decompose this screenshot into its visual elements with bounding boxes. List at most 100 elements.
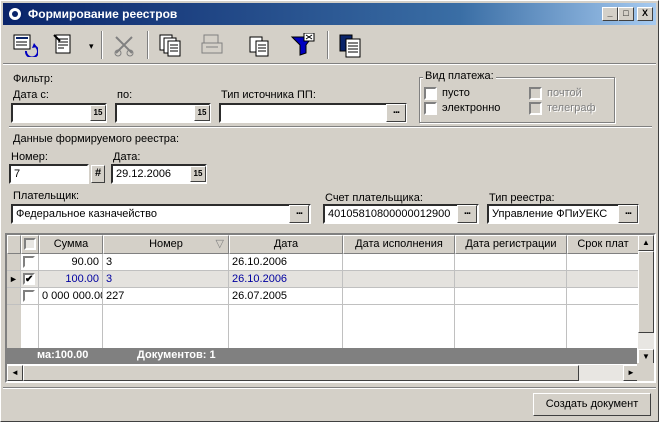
column-header-date[interactable]: Дата — [229, 235, 343, 254]
maximize-button[interactable]: □ — [618, 7, 634, 21]
export-button[interactable] — [287, 29, 317, 61]
payment-empty-checkbox[interactable] — [424, 87, 437, 100]
scroll-up-icon[interactable]: ▲ — [638, 235, 654, 251]
registry-icon — [339, 34, 361, 58]
row-checkbox[interactable]: ✔ — [23, 273, 35, 285]
row-checkbox-cell[interactable] — [21, 254, 39, 271]
documents-grid[interactable]: Сумма Номер ▽ Дата Дата исполнения Дата … — [5, 233, 656, 383]
number-field[interactable]: 7 — [9, 164, 89, 184]
toolbar-divider — [3, 63, 656, 65]
grid-indicator-header — [7, 235, 21, 254]
copy-docs-icon — [159, 34, 181, 57]
column-header-registration-date[interactable]: Дата регистрации — [455, 235, 567, 254]
source-type-picker-button[interactable]: ... — [386, 104, 406, 122]
toolbar-separator — [327, 31, 329, 59]
registry-type-label: Тип реестра: — [489, 192, 555, 204]
cell-number: 3 — [103, 271, 229, 288]
title-bar: Формирование реестров _ □ X — [3, 3, 656, 25]
payer-account-field[interactable]: 40105810800000012900 — [323, 204, 479, 224]
payment-electronic-label: электронно — [442, 102, 501, 114]
number-generate-button[interactable]: # — [91, 165, 105, 183]
row-pointer-icon: ► — [7, 271, 21, 288]
registry-button[interactable] — [335, 29, 365, 61]
select-all-checkbox[interactable] — [21, 235, 39, 254]
date-from-label: Дата с: — [13, 89, 49, 101]
row-indicator — [7, 288, 21, 305]
cell-payment-term — [567, 254, 639, 271]
grid-divider — [566, 305, 567, 348]
payer-field[interactable]: Федеральное казначейство — [11, 204, 311, 224]
registry-heading: Данные формируемого реестра: — [13, 133, 180, 145]
source-type-field[interactable] — [219, 103, 407, 123]
column-header-number[interactable]: Номер ▽ — [103, 235, 229, 254]
registry-date-label: Дата: — [113, 151, 141, 163]
main-window: Формирование реестров _ □ X ▾ Фильтр: Да… — [0, 0, 659, 422]
row-checkbox-cell[interactable] — [21, 288, 39, 305]
registry-type-field[interactable]: Управление ФПиУЕКС — [487, 204, 639, 224]
registry-type-picker-button[interactable]: ... — [618, 205, 638, 223]
header-checkbox[interactable] — [24, 238, 36, 250]
chevron-down-icon[interactable]: ▾ — [89, 41, 94, 52]
payment-type-heading: Вид платежа: — [423, 70, 496, 82]
payment-empty-label: пусто — [442, 87, 470, 99]
payer-account-picker-button[interactable]: ... — [457, 205, 477, 223]
refresh-docs-icon — [13, 34, 38, 57]
vertical-scrollbar[interactable]: ▲ ▼ — [638, 235, 654, 365]
toolbar-separator — [101, 31, 103, 59]
cell-execution-date — [343, 271, 455, 288]
scroll-left-icon[interactable]: ◄ — [7, 365, 23, 381]
payment-mail-label: почтой — [547, 87, 582, 99]
date-to-label: по: — [117, 89, 133, 101]
row-checkbox[interactable] — [23, 290, 35, 302]
export-icon — [290, 33, 315, 56]
window-title: Формирование реестров — [28, 7, 178, 21]
grid-divider — [228, 305, 229, 348]
footer-sum: ма:100.00 — [37, 349, 89, 361]
calendar-icon[interactable]: 15 — [190, 166, 206, 182]
column-header-payment-term[interactable]: Срок плат — [567, 235, 639, 254]
payment-telegraph-checkbox — [529, 102, 542, 115]
row-indicator — [7, 254, 21, 271]
cell-sum: 0 000 000.00 — [39, 288, 103, 305]
print-button[interactable] — [197, 29, 227, 61]
cell-execution-date — [343, 288, 455, 305]
cell-registration-date — [455, 254, 567, 271]
grid-footer: ма:100.00 Документов: 1 — [7, 348, 637, 364]
grid-divider — [454, 305, 455, 348]
grid-divider — [102, 305, 103, 348]
calendar-icon[interactable]: 15 — [194, 105, 210, 121]
minimize-button[interactable]: _ — [602, 7, 618, 21]
calendar-icon[interactable]: 15 — [90, 105, 106, 121]
payment-type-group — [419, 77, 615, 123]
grid-divider — [342, 305, 343, 348]
document-dropdown-icon — [53, 34, 71, 54]
cut-button[interactable] — [109, 29, 139, 61]
vertical-scroll-thumb[interactable] — [638, 251, 654, 333]
cell-date: 26.07.2005 — [229, 288, 343, 305]
create-document-button[interactable]: Создать документ — [533, 393, 651, 416]
refresh-docs-button[interactable] — [9, 29, 39, 61]
source-type-label: Тип источника ПП: — [221, 89, 316, 101]
grid-divider — [38, 305, 39, 348]
payer-picker-button[interactable]: ... — [289, 205, 309, 223]
close-button[interactable]: X — [637, 7, 653, 21]
copy-icon — [249, 36, 269, 57]
column-header-sum[interactable]: Сумма — [39, 235, 103, 254]
filter-heading: Фильтр: — [13, 73, 54, 85]
cell-number: 227 — [103, 288, 229, 305]
document-button[interactable] — [49, 29, 79, 61]
cell-registration-date — [455, 271, 567, 288]
payment-telegraph-label: телеграф — [547, 102, 596, 114]
payment-mail-checkbox — [529, 87, 542, 100]
toolbar-separator — [147, 31, 149, 59]
column-header-execution-date[interactable]: Дата исполнения — [343, 235, 455, 254]
row-checkbox[interactable] — [23, 256, 35, 268]
payment-electronic-checkbox[interactable] — [424, 102, 437, 115]
horizontal-scrollbar[interactable]: ◄ ► — [7, 365, 639, 381]
copy-docs-button[interactable] — [155, 29, 185, 61]
disabled-print-icon — [201, 34, 223, 54]
cell-registration-date — [455, 288, 567, 305]
horizontal-scroll-thumb[interactable] — [23, 365, 579, 381]
copy-button[interactable] — [245, 29, 275, 61]
row-checkbox-cell[interactable]: ✔ — [21, 271, 39, 288]
